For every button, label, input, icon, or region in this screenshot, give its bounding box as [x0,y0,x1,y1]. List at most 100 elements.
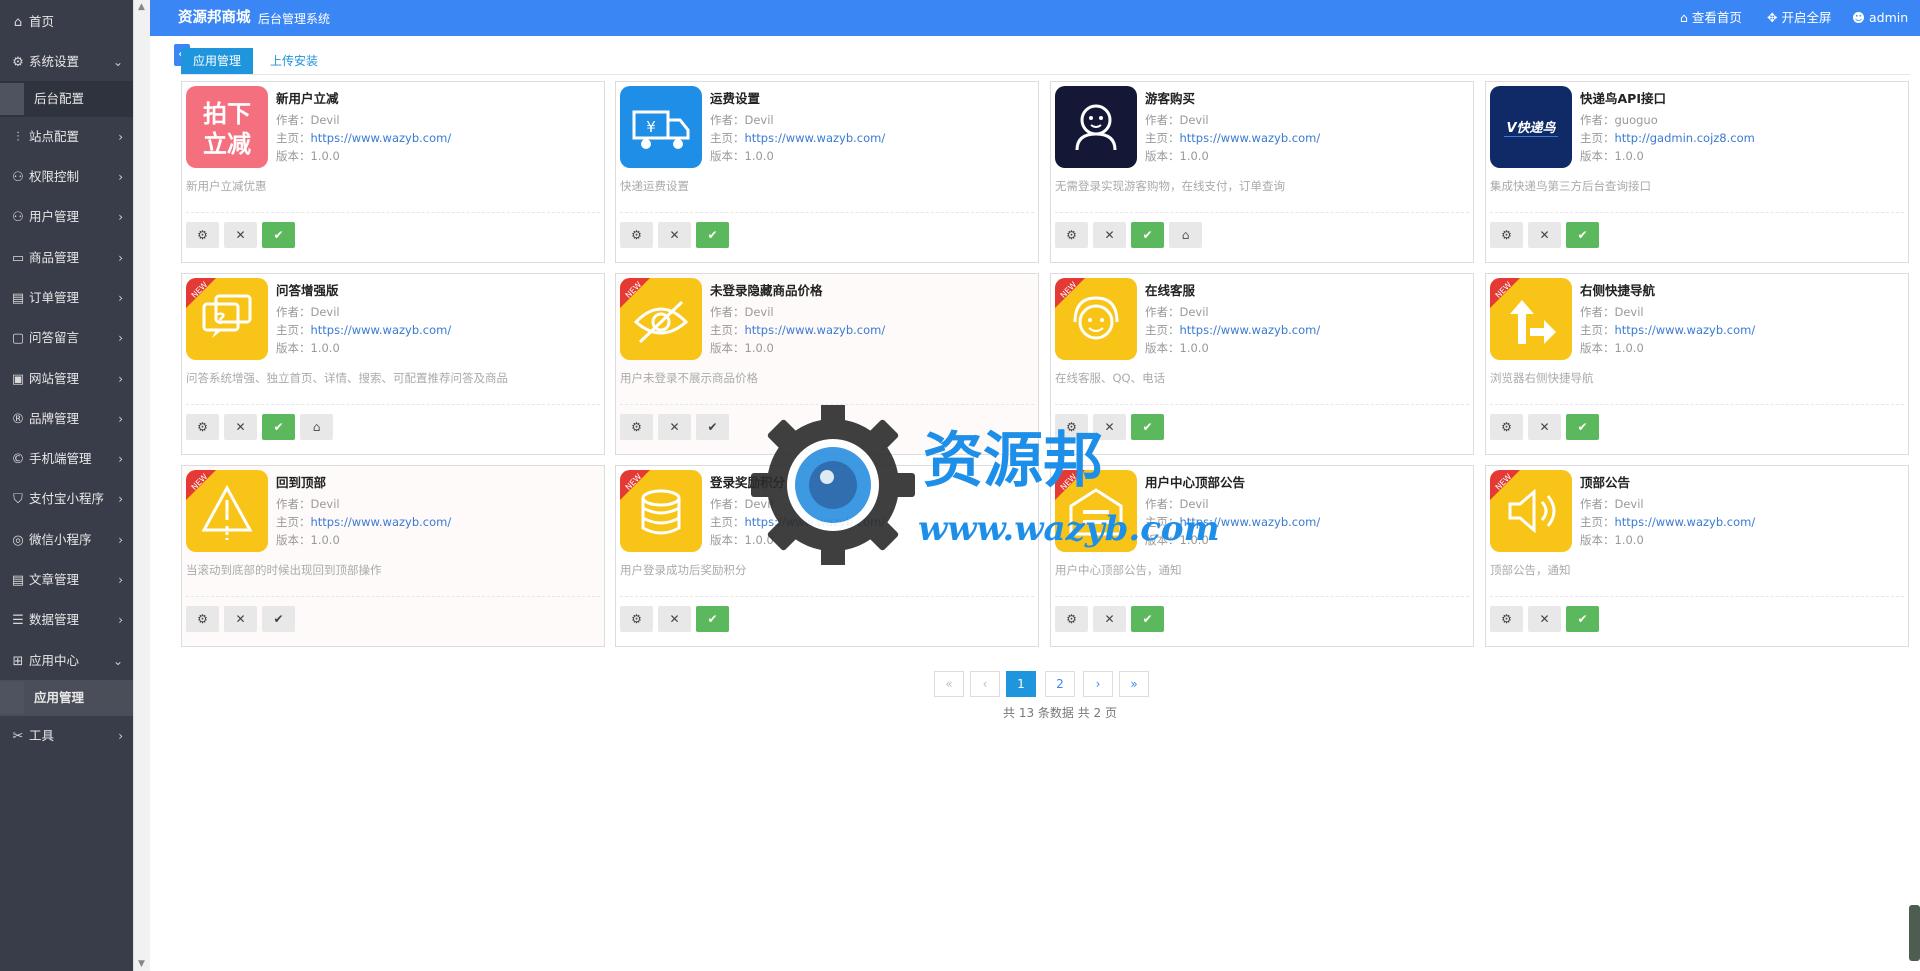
app-home-button[interactable]: ⌂ [300,414,333,440]
enable-toggle-button[interactable]: ✔ [1131,222,1164,248]
sidebar-item-14[interactable]: ☰ 数据管理 › [0,600,150,640]
sidebar-sub-app-management[interactable]: 应用管理 [0,680,150,716]
enable-toggle-button[interactable]: ✔ [262,414,295,440]
author-label: 作者： [276,113,311,127]
settings-button[interactable]: ⚙ [620,414,653,440]
enable-toggle-button[interactable]: ✔ [1566,222,1599,248]
sidebar-item-3[interactable]: ⚇ 权限控制 › [0,157,150,197]
homepage-link[interactable]: https://www.wazyb.com/ [1615,323,1756,337]
sidebar-item-8[interactable]: ▣ 网站管理 › [0,359,150,399]
user-menu[interactable]: ☻ admin [1852,0,1908,36]
app-title: 登录奖励积分 [710,475,786,490]
settings-button[interactable]: ⚙ [186,414,219,440]
sidebar-item-0[interactable]: ⌂ 首页 [0,2,150,42]
sliders-icon: ⫶ [16,130,20,145]
uninstall-button[interactable]: ✕ [1528,606,1561,632]
sidebar-scrollbar[interactable]: ▲ ▼ [133,0,150,971]
uninstall-button[interactable]: ✕ [224,222,257,248]
settings-button[interactable]: ⚙ [1055,606,1088,632]
last-page-button[interactable]: » [1119,671,1149,697]
uninstall-button[interactable]: ✕ [1093,606,1126,632]
chevron-right-icon: › [118,291,123,305]
enable-toggle-button[interactable]: ✔ [1131,414,1164,440]
enable-toggle-button[interactable]: ✔ [1566,606,1599,632]
settings-button[interactable]: ⚙ [186,222,219,248]
settings-button[interactable]: ⚙ [1055,414,1088,440]
tab-app-management[interactable]: 应用管理 [181,48,254,74]
homepage-link[interactable]: https://www.wazyb.com/ [745,323,886,337]
scroll-up-icon[interactable]: ▲ [138,2,145,12]
card-divider [186,404,600,405]
author-label: 作者： [1145,113,1180,127]
sidebar-sub-backend-config[interactable]: 后台配置 [0,81,150,117]
sidebar-item-11[interactable]: ⛉ 支付宝小程序 › [0,479,150,519]
view-home-link[interactable]: ⌂ 查看首页 [1680,0,1742,36]
homepage-link[interactable]: https://www.wazyb.com/ [1615,515,1756,529]
homepage-link[interactable]: https://www.wazyb.com/ [1180,323,1321,337]
homepage-link[interactable]: http://gadmin.cojz8.com [1615,131,1755,145]
enable-toggle-button[interactable]: ✔ [696,606,729,632]
settings-button[interactable]: ⚙ [186,606,219,632]
enable-toggle-button[interactable]: ✔ [696,222,729,248]
page-1-button[interactable]: 1 [1006,671,1036,697]
settings-button[interactable]: ⚙ [620,606,653,632]
enable-toggle-button[interactable]: ✔ [262,606,295,632]
settings-button[interactable]: ⚙ [1055,222,1088,248]
chevron-right-icon: › [118,492,123,506]
homepage-link[interactable]: https://www.wazyb.com/ [745,515,886,529]
fullscreen-link[interactable]: ✥ 开启全屏 [1767,0,1831,36]
sidebar-item-13[interactable]: ▤ 文章管理 › [0,560,150,600]
sidebar-item-2[interactable]: ⫶ 站点配置 › [0,117,150,157]
homepage-label: 主页： [710,323,745,337]
tab-upload-install[interactable]: 上传安装 [258,48,330,74]
homepage-link[interactable]: https://www.wazyb.com/ [311,515,452,529]
uninstall-button[interactable]: ✕ [658,606,691,632]
sidebar-item-7[interactable]: ▢ 问答留言 › [0,318,150,358]
uninstall-button[interactable]: ✕ [1528,414,1561,440]
app-title: 用户中心顶部公告 [1145,475,1246,490]
sidebar-item-9[interactable]: ® 品牌管理 › [0,399,150,439]
version-value: 1.0.0 [1179,533,1209,547]
sidebar-item-6[interactable]: ▤ 订单管理 › [0,278,150,318]
app-home-button[interactable]: ⌂ [1169,222,1202,248]
enable-toggle-button[interactable]: ✔ [696,414,729,440]
next-page-button[interactable]: › [1083,671,1113,697]
prev-page-button[interactable]: ‹ [970,671,1000,697]
settings-button[interactable]: ⚙ [1490,414,1523,440]
first-page-button[interactable]: « [934,671,964,697]
sidebar-sub-label: 后台配置 [34,91,85,106]
app-title: 未登录隐藏商品价格 [710,283,823,298]
sidebar-item-12[interactable]: ◎ 微信小程序 › [0,520,150,560]
sidebar-item-15[interactable]: ⊞ 应用中心 ⌄ [0,641,150,681]
settings-button[interactable]: ⚙ [1490,222,1523,248]
page-2-button[interactable]: 2 [1045,671,1075,697]
settings-button[interactable]: ⚙ [1490,606,1523,632]
sidebar-item-5[interactable]: ▭ 商品管理 › [0,238,150,278]
gear-icon: ⚙ [1501,420,1512,434]
app-author: 作者：Devil [1580,304,1644,320]
uninstall-button[interactable]: ✕ [1093,222,1126,248]
uninstall-button[interactable]: ✕ [224,414,257,440]
sidebar-item-16[interactable]: ✂ 工具 › [0,716,150,756]
homepage-link[interactable]: https://www.wazyb.com/ [311,131,452,145]
enable-toggle-button[interactable]: ✔ [1566,414,1599,440]
settings-button[interactable]: ⚙ [620,222,653,248]
homepage-link[interactable]: https://www.wazyb.com/ [311,323,452,337]
enable-toggle-button[interactable]: ✔ [262,222,295,248]
scroll-down-icon[interactable]: ▼ [138,959,145,969]
chevron-right-icon: › [118,412,123,426]
app-version: 版本：1.0.0 [710,340,774,356]
sidebar-item-4[interactable]: ⚇ 用户管理 › [0,197,150,237]
eye-hidden-icon: NEW [620,278,702,360]
uninstall-button[interactable]: ✕ [1093,414,1126,440]
sidebar-item-1[interactable]: ⚙ 系统设置 ⌄ [0,42,150,82]
homepage-link[interactable]: https://www.wazyb.com/ [745,131,886,145]
uninstall-button[interactable]: ✕ [224,606,257,632]
homepage-link[interactable]: https://www.wazyb.com/ [1180,131,1321,145]
uninstall-button[interactable]: ✕ [658,414,691,440]
uninstall-button[interactable]: ✕ [1528,222,1561,248]
homepage-link[interactable]: https://www.wazyb.com/ [1180,515,1321,529]
enable-toggle-button[interactable]: ✔ [1131,606,1164,632]
sidebar-item-10[interactable]: © 手机端管理 › [0,439,150,479]
uninstall-button[interactable]: ✕ [658,222,691,248]
